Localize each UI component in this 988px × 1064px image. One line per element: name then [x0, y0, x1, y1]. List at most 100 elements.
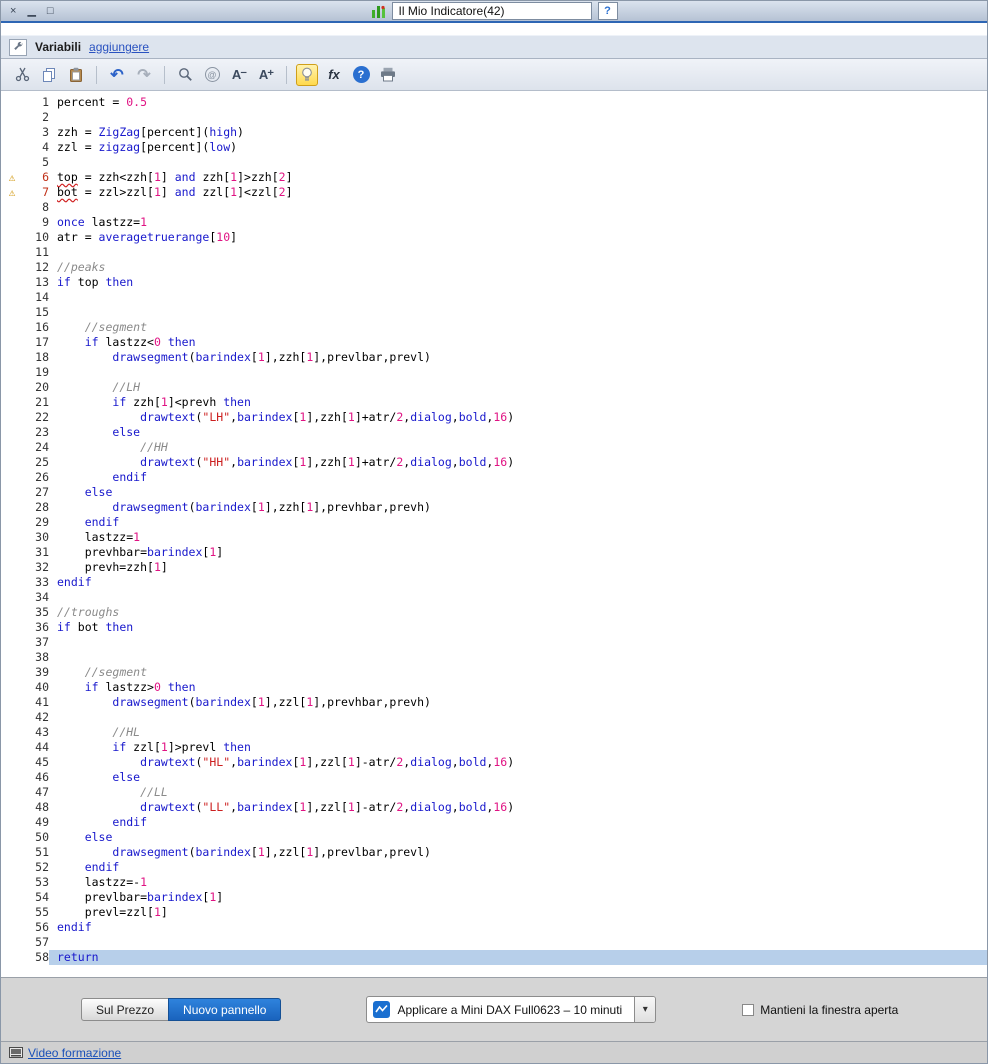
- code-line[interactable]: 19: [1, 365, 987, 380]
- indicator-name-field[interactable]: Il Mio Indicatore(42): [391, 2, 592, 20]
- code-line[interactable]: 5: [1, 155, 987, 170]
- code-line[interactable]: 8: [1, 200, 987, 215]
- print-icon[interactable]: [377, 64, 399, 86]
- keep-open-option[interactable]: Mantieni la finestra aperta: [742, 1003, 898, 1017]
- cut-icon[interactable]: [11, 64, 33, 86]
- code-line[interactable]: 21 if zzh[1]<prevh then: [1, 395, 987, 410]
- code-line[interactable]: 56 endif: [1, 920, 987, 935]
- code-line[interactable]: 13 if top then: [1, 275, 987, 290]
- line-number: 37: [35, 635, 49, 649]
- maximize-button[interactable]: □: [47, 2, 54, 20]
- code-lines: 1 percent = 0.5 2 3 zzh = ZigZag[percent](hi…: [1, 95, 987, 965]
- code-line[interactable]: 44 if zzl[1]>prevl then: [1, 740, 987, 755]
- font-increase-icon[interactable]: A⁺: [255, 64, 277, 86]
- code-line[interactable]: 4 zzl = zigzag[percent](low): [1, 140, 987, 155]
- code-line[interactable]: 53 lastzz=-1: [1, 875, 987, 890]
- add-variable-link[interactable]: aggiungere: [89, 40, 149, 54]
- editor-toolbar: ↶ ↷ @ A⁻ A⁺ fx ?: [1, 59, 987, 91]
- code-line[interactable]: 35 //troughs: [1, 605, 987, 620]
- code-line[interactable]: 25 drawtext("HH",barindex[1],zzh[1]+atr/…: [1, 455, 987, 470]
- code-line[interactable]: 16 //segment: [1, 320, 987, 335]
- code-line[interactable]: 32 prevh=zzh[1]: [1, 560, 987, 575]
- code-line[interactable]: 42: [1, 710, 987, 725]
- font-decrease-icon[interactable]: A⁻: [228, 64, 250, 86]
- apply-dropdown[interactable]: Applicare a Mini DAX Full0623 – 10 minut…: [366, 996, 657, 1023]
- code-line[interactable]: ⚠ 7 bot = zzl>zzl[1] and zzl[1]<zzl[2]: [1, 185, 987, 200]
- code-line[interactable]: 41 drawsegment(barindex[1],zzl[1],prevhb…: [1, 695, 987, 710]
- line-number: 41: [35, 695, 49, 709]
- code-line[interactable]: 58 return: [1, 950, 987, 965]
- code-line[interactable]: 47 //LL: [1, 785, 987, 800]
- code-line[interactable]: 33 endif: [1, 575, 987, 590]
- code-text: else: [84, 485, 113, 499]
- code-line[interactable]: 18 drawsegment(barindex[1],zzh[1],prevlb…: [1, 350, 987, 365]
- code-line[interactable]: 24 //HH: [1, 440, 987, 455]
- code-line[interactable]: 57: [1, 935, 987, 950]
- code-line[interactable]: 39 //segment: [1, 665, 987, 680]
- chevron-down-icon[interactable]: ▾: [634, 997, 656, 1022]
- line-number: 44: [35, 740, 49, 754]
- code-line[interactable]: 11: [1, 245, 987, 260]
- wrench-icon[interactable]: [9, 38, 27, 56]
- undo-icon[interactable]: ↶: [106, 64, 128, 86]
- code-line[interactable]: 12 //peaks: [1, 260, 987, 275]
- code-line[interactable]: 27 else: [1, 485, 987, 500]
- search-icon[interactable]: [174, 64, 196, 86]
- code-line[interactable]: 43 //HL: [1, 725, 987, 740]
- code-line[interactable]: 36 if bot then: [1, 620, 987, 635]
- lightbulb-icon[interactable]: [296, 63, 318, 86]
- code-line[interactable]: 51 drawsegment(barindex[1],zzl[1],prevlb…: [1, 845, 987, 860]
- code-line[interactable]: 15: [1, 305, 987, 320]
- toolbar-separator: [96, 65, 97, 84]
- code-line[interactable]: ⚠ 6 top = zzh<zzh[1] and zzh[1]>zzh[2]: [1, 170, 987, 185]
- code-line[interactable]: 29 endif: [1, 515, 987, 530]
- code-line[interactable]: 2: [1, 110, 987, 125]
- line-number: 47: [35, 785, 49, 799]
- code-editor[interactable]: 1 percent = 0.5 2 3 zzh = ZigZag[percent](hi…: [1, 91, 987, 977]
- on-price-button[interactable]: Sul Prezzo: [81, 998, 170, 1021]
- code-line[interactable]: 20 //LH: [1, 380, 987, 395]
- video-training-link[interactable]: Video formazione: [28, 1046, 121, 1060]
- paste-icon[interactable]: [65, 64, 87, 86]
- code-line[interactable]: 45 drawtext("HL",barindex[1],zzl[1]-atr/…: [1, 755, 987, 770]
- code-line[interactable]: 40 if lastzz>0 then: [1, 680, 987, 695]
- insert-function-icon[interactable]: fx: [323, 64, 345, 86]
- gutter-spacer: [1, 545, 23, 560]
- title-help-icon[interactable]: ?: [597, 2, 618, 20]
- code-line[interactable]: 28 drawsegment(barindex[1],zzh[1],prevhb…: [1, 500, 987, 515]
- code-line[interactable]: 14: [1, 290, 987, 305]
- code-line[interactable]: 22 drawtext("LH",barindex[1],zzh[1]+atr/…: [1, 410, 987, 425]
- code-line[interactable]: 48 drawtext("LL",barindex[1],zzl[1]-atr/…: [1, 800, 987, 815]
- line-number: 48: [35, 800, 49, 814]
- copy-icon[interactable]: [38, 64, 60, 86]
- code-line[interactable]: 37: [1, 635, 987, 650]
- redo-icon[interactable]: ↷: [133, 64, 155, 86]
- code-line[interactable]: 31 prevhbar=barindex[1]: [1, 545, 987, 560]
- code-line[interactable]: 9 once lastzz=1: [1, 215, 987, 230]
- code-line[interactable]: 54 prevlbar=barindex[1]: [1, 890, 987, 905]
- code-line[interactable]: 30 lastzz=1: [1, 530, 987, 545]
- gutter-spacer: [1, 200, 23, 215]
- code-line[interactable]: 26 endif: [1, 470, 987, 485]
- minimize-button[interactable]: ▁: [27, 2, 35, 20]
- code-line[interactable]: 38: [1, 650, 987, 665]
- code-line[interactable]: 23 else: [1, 425, 987, 440]
- line-number: 46: [35, 770, 49, 784]
- code-line[interactable]: 34: [1, 590, 987, 605]
- code-line[interactable]: 17 if lastzz<0 then: [1, 335, 987, 350]
- code-line[interactable]: 10 atr = averagetruerange[10]: [1, 230, 987, 245]
- close-button[interactable]: ×: [10, 2, 16, 20]
- code-line[interactable]: 50 else: [1, 830, 987, 845]
- code-line[interactable]: 3 zzh = ZigZag[percent](high): [1, 125, 987, 140]
- help-icon[interactable]: ?: [350, 64, 372, 86]
- code-text: //segment: [84, 665, 148, 679]
- code-line[interactable]: 49 endif: [1, 815, 987, 830]
- code-line[interactable]: 55 prevl=zzl[1]: [1, 905, 987, 920]
- code-line[interactable]: 52 endif: [1, 860, 987, 875]
- keep-open-checkbox[interactable]: [742, 1003, 755, 1016]
- code-line[interactable]: 46 else: [1, 770, 987, 785]
- code-line[interactable]: 1 percent = 0.5: [1, 95, 987, 110]
- find-replace-icon[interactable]: @: [201, 64, 223, 86]
- new-panel-button[interactable]: Nuovo pannello: [168, 998, 282, 1021]
